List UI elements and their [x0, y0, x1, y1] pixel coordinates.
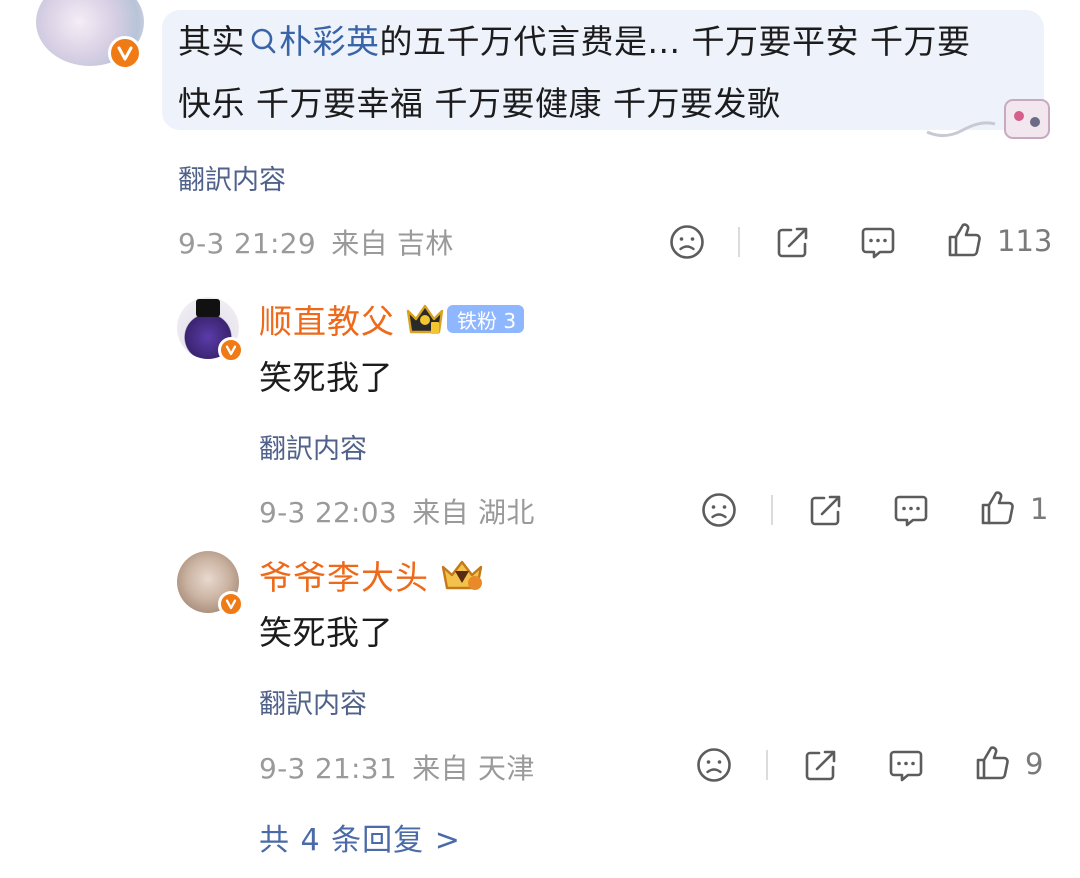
verified-icon — [108, 36, 142, 70]
username[interactable]: 爷爷李大头 — [259, 551, 429, 599]
comment-icon[interactable] — [858, 222, 898, 262]
thumbs-up-icon[interactable] — [972, 743, 1012, 783]
view-more-replies-link[interactable]: 共 4 条回复 > — [259, 815, 461, 859]
reply-text: 笑死我了 — [259, 358, 393, 397]
comment-icon[interactable] — [891, 490, 931, 530]
thumbs-up-icon[interactable] — [944, 220, 984, 260]
like-count: 9 — [1025, 747, 1044, 781]
verified-icon — [218, 591, 244, 617]
avatar-reply-2[interactable] — [177, 551, 244, 617]
comment-time: 9-3 21:29 — [178, 227, 317, 260]
reply-time: 9-3 22:03 — [259, 496, 398, 529]
avatar-reply-1[interactable] — [177, 297, 244, 363]
reply-location: 来自 湖北 — [412, 496, 535, 529]
comment-line-2: 快乐 千万要幸福 千万要健康 千万要发歌 — [178, 84, 781, 123]
reply-meta: 9-3 22:03 来自 湖北 — [259, 491, 535, 531]
verified-icon — [218, 337, 244, 363]
mention-link[interactable]: 朴彩英 — [245, 22, 380, 61]
crown-icon — [405, 302, 445, 336]
comment-icon[interactable] — [886, 745, 926, 785]
share-icon[interactable] — [773, 222, 813, 262]
reply-1-header: 顺直教父 铁粉 3 — [259, 295, 525, 343]
search-icon — [251, 14, 277, 74]
comment-text: 其实 朴彩英的五千万代言费是... 千万要平安 千万要 快乐 千万要幸福 千万要健… — [178, 12, 1038, 134]
fan-badge: 铁粉 3 — [447, 305, 525, 333]
action-divider — [738, 227, 740, 257]
comment-meta: 9-3 21:29 来自 吉林 — [178, 222, 454, 262]
translate-link[interactable]: 翻訳内容 — [178, 158, 286, 197]
reply-location: 来自 天津 — [412, 752, 535, 785]
translate-link[interactable]: 翻訳内容 — [259, 427, 367, 466]
hat-icon — [196, 299, 220, 317]
sad-face-icon[interactable] — [694, 745, 734, 785]
thumbs-up-icon[interactable] — [977, 488, 1017, 528]
comment-line-1: 其实 朴彩英的五千万代言费是... 千万要平安 千万要 — [178, 12, 1038, 74]
share-icon[interactable] — [806, 490, 846, 530]
reply-2-header: 爷爷李大头 — [259, 551, 485, 599]
reply-time: 9-3 21:31 — [259, 752, 398, 785]
share-icon[interactable] — [801, 745, 841, 785]
action-divider — [771, 495, 773, 525]
sad-face-icon[interactable] — [667, 222, 707, 262]
reply-text: 笑死我了 — [259, 613, 393, 652]
translate-link[interactable]: 翻訳内容 — [259, 682, 367, 721]
username[interactable]: 顺直教父 — [259, 295, 395, 343]
reply-meta: 9-3 21:31 来自 天津 — [259, 747, 535, 787]
like-count: 113 — [997, 224, 1053, 258]
comment-location: 来自 吉林 — [331, 227, 454, 260]
like-count: 1 — [1030, 492, 1049, 526]
avatar-top-commenter[interactable] — [36, 0, 144, 70]
action-divider — [766, 750, 768, 780]
sad-face-icon[interactable] — [699, 490, 739, 530]
crown-icon — [439, 557, 485, 593]
